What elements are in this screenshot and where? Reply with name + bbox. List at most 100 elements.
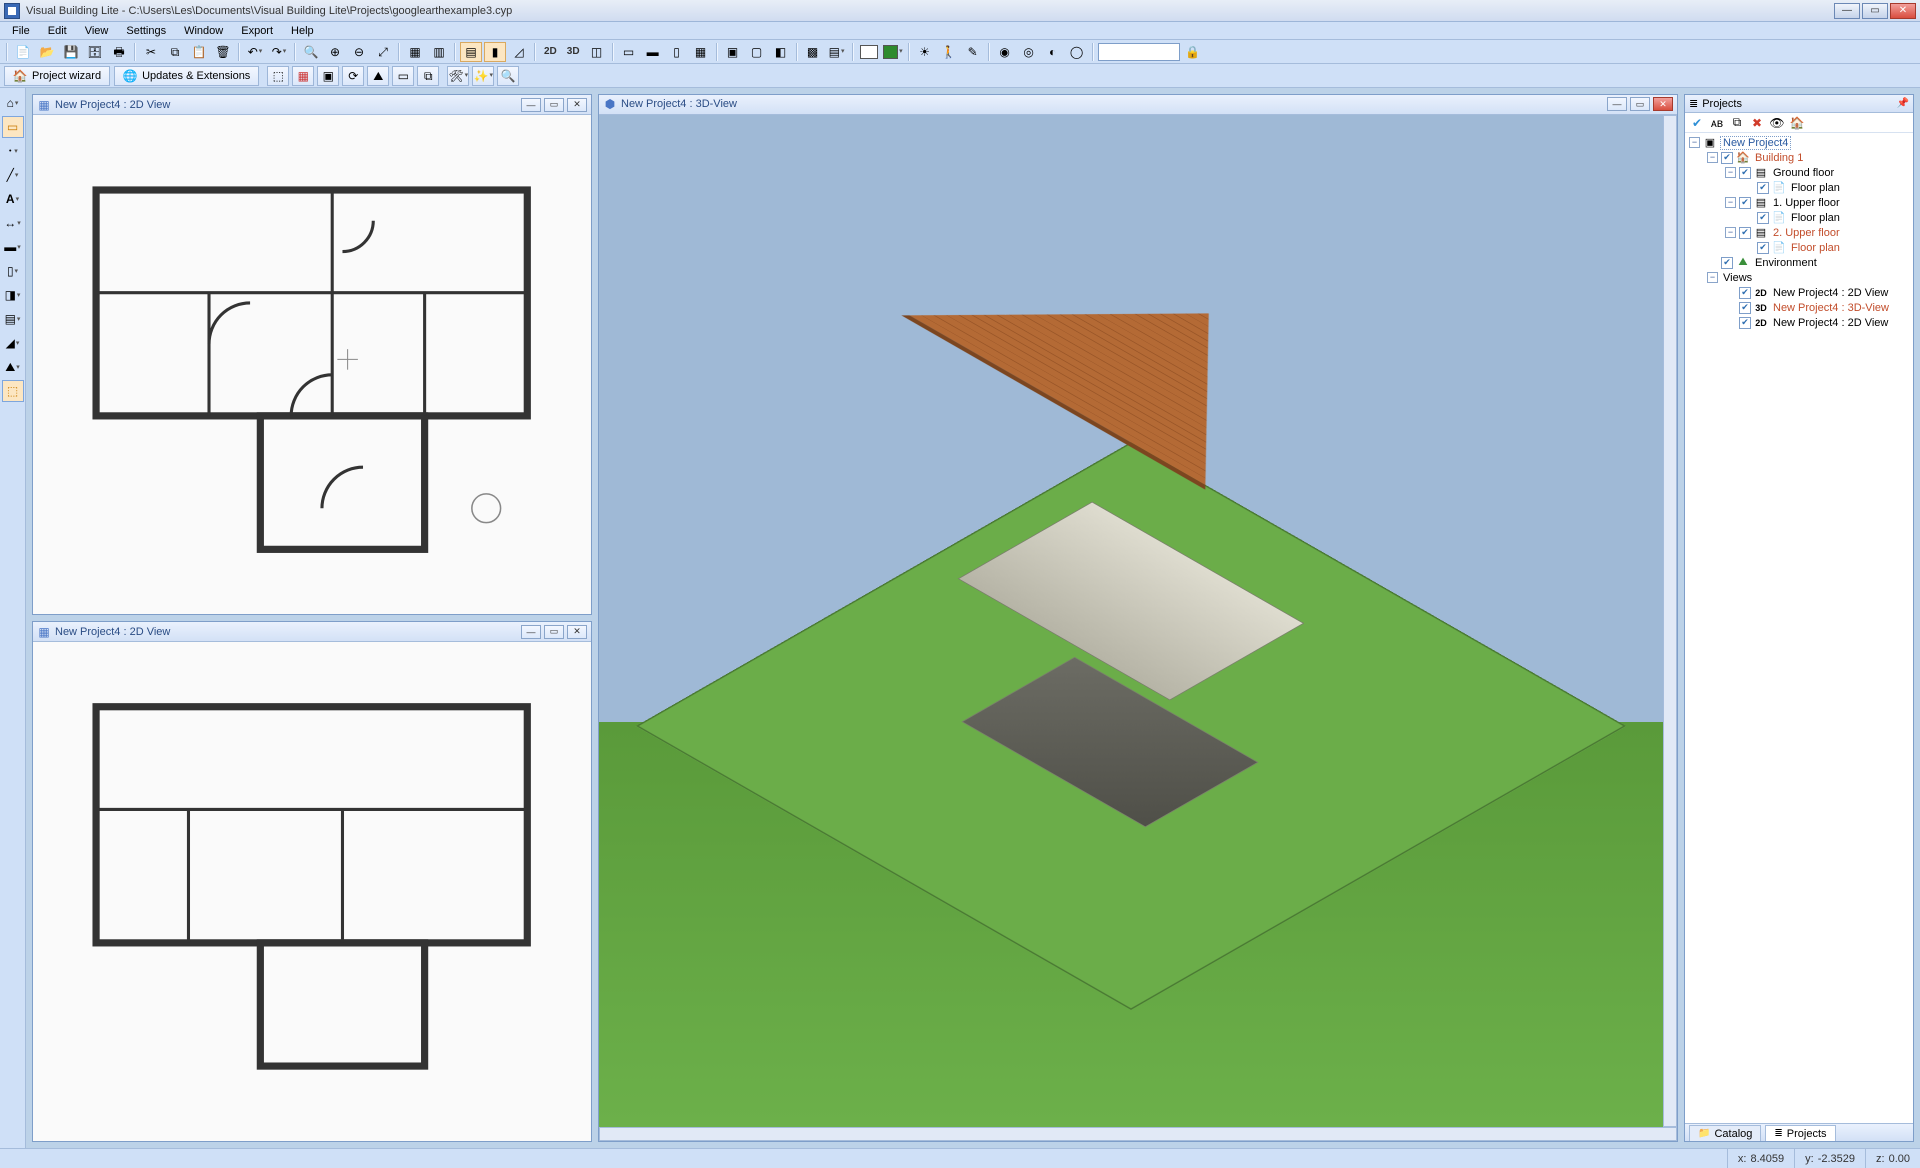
plan-a-min[interactable]: — <box>521 98 541 112</box>
zoom-extents-button[interactable]: ⤢ <box>372 42 394 62</box>
plan-b-max[interactable]: ▭ <box>544 625 564 639</box>
show-layers-button[interactable]: ▤ <box>826 42 848 62</box>
check-1-button[interactable]: ◉ <box>994 42 1016 62</box>
check-icon[interactable]: ✔ <box>1689 115 1705 131</box>
wiz-tool-wand[interactable]: ✨ <box>472 66 494 86</box>
zoom-window-button[interactable]: 🔍 <box>300 42 322 62</box>
ruler-button[interactable]: ▤ <box>460 42 482 62</box>
tree-view-3d[interactable]: ✔ 3D New Project4 : 3D-View <box>1725 300 1909 315</box>
plan-b-close[interactable]: ✕ <box>567 625 587 639</box>
tool-wall[interactable]: ▬ <box>2 236 24 258</box>
menu-edit[interactable]: Edit <box>40 24 75 38</box>
walk-button[interactable]: 🚶 <box>938 42 960 62</box>
tool-dim[interactable]: ↔ <box>2 212 24 234</box>
menu-file[interactable]: File <box>4 24 38 38</box>
3d-canvas[interactable] <box>599 115 1663 1127</box>
visibility-b-button[interactable]: ▢ <box>746 42 768 62</box>
tool-door[interactable]: ◨ <box>2 284 24 306</box>
tool-terrain[interactable]: ⛰ <box>2 356 24 378</box>
updates-extensions-button[interactable]: 🌐 Updates & Extensions <box>114 66 259 86</box>
maximize-button[interactable]: ▭ <box>1862 3 1888 19</box>
menu-help[interactable]: Help <box>283 24 322 38</box>
tab-projects[interactable]: ≣ Projects <box>1765 1125 1835 1141</box>
wiz-tool-layers[interactable]: ⧉ <box>417 66 439 86</box>
visibility-c-button[interactable]: ◧ <box>770 42 792 62</box>
tree-view-2d-a[interactable]: ✔ 2D New Project4 : 2D View <box>1725 285 1909 300</box>
cut-button[interactable]: ✂ <box>140 42 162 62</box>
redo-button[interactable]: ↷ <box>268 42 290 62</box>
new-file-button[interactable]: 📄 <box>12 42 34 62</box>
wiz-tool-area[interactable]: ▭ <box>392 66 414 86</box>
tool-buildings[interactable]: ⌂ <box>2 92 24 114</box>
tree-view-2d-b[interactable]: ✔ 2D New Project4 : 2D View <box>1725 315 1909 330</box>
plan-a-close[interactable]: ✕ <box>567 98 587 112</box>
open-file-button[interactable]: 📂 <box>36 42 58 62</box>
save-button[interactable]: 💾 <box>60 42 82 62</box>
tool-roof[interactable]: ◢ <box>2 332 24 354</box>
2d-view-button[interactable]: 2D <box>540 42 561 62</box>
paste-button[interactable]: 📋 <box>188 42 210 62</box>
tool-window[interactable]: ▯ <box>2 260 24 282</box>
pin-button[interactable]: 📌 <box>1897 98 1909 109</box>
check-3-button[interactable]: ◐ <box>1042 42 1064 62</box>
tool-pick[interactable]: ⬚ <box>2 380 24 402</box>
plan-a-canvas[interactable] <box>33 115 591 614</box>
menu-view[interactable]: View <box>77 24 117 38</box>
tab-catalog[interactable]: 📁 Catalog <box>1689 1125 1761 1141</box>
plan-b-min[interactable]: — <box>521 625 541 639</box>
wiz-tool-floors[interactable]: ⬚ <box>267 66 289 86</box>
3d-view-button[interactable]: 3D <box>563 42 584 62</box>
show-transparent-button[interactable]: ▩ <box>802 42 824 62</box>
3d-max[interactable]: ▭ <box>1630 97 1650 111</box>
menu-export[interactable]: Export <box>233 24 281 38</box>
wiz-tool-windows[interactable]: ▣ <box>317 66 339 86</box>
zoom-in-button[interactable]: ⊕ <box>324 42 346 62</box>
split-v-button[interactable]: ▯ <box>666 42 688 62</box>
copy-button[interactable]: ⧉ <box>164 42 186 62</box>
minimize-button[interactable]: — <box>1834 3 1860 19</box>
tree-views[interactable]: − Views <box>1707 270 1909 285</box>
tree-environment[interactable]: ✔ ⛰ Environment <box>1707 255 1909 270</box>
render-button[interactable]: ◯ <box>1066 42 1088 62</box>
fill-color-button[interactable] <box>858 42 880 62</box>
tool-stairs[interactable]: ▤ <box>2 308 24 330</box>
tree-upper-2[interactable]: − ✔ ▤ 2. Upper floor <box>1725 225 1909 240</box>
section-button[interactable]: ▮ <box>484 42 506 62</box>
tree-upper-1[interactable]: − ✔ ▤ 1. Upper floor <box>1725 195 1909 210</box>
tool-select[interactable]: ▭ <box>2 116 24 138</box>
zoom-out-button[interactable]: ⊖ <box>348 42 370 62</box>
wiz-tool-palette[interactable]: ▦ <box>292 66 314 86</box>
tree-building[interactable]: − ✔ 🏠 Building 1 <box>1707 150 1909 165</box>
visibility-a-button[interactable]: ▣ <box>722 42 744 62</box>
visibility-icon[interactable]: 👁 <box>1769 115 1785 131</box>
3d-close[interactable]: ✕ <box>1653 97 1673 111</box>
quad-view-button[interactable]: ▦ <box>690 42 712 62</box>
3d-scroll-horizontal[interactable] <box>599 1127 1677 1141</box>
wiz-tool-search[interactable]: 🔍 <box>497 66 519 86</box>
angle-button[interactable]: ◿ <box>508 42 530 62</box>
split-h-button[interactable]: ▬ <box>642 42 664 62</box>
close-button[interactable]: ✕ <box>1890 3 1916 19</box>
layer-combo[interactable] <box>1098 43 1180 61</box>
copy-icon[interactable]: ⧉ <box>1729 115 1745 131</box>
undo-button[interactable]: ↶ <box>244 42 266 62</box>
menu-window[interactable]: Window <box>176 24 231 38</box>
terrain-color-button[interactable] <box>882 42 904 62</box>
single-view-button[interactable]: ▭ <box>618 42 640 62</box>
delete-button[interactable]: 🗑 <box>212 42 234 62</box>
3d-min[interactable]: — <box>1607 97 1627 111</box>
lock-button[interactable]: 🔒 <box>1182 42 1204 62</box>
3d-scroll-vertical[interactable] <box>1663 115 1677 1127</box>
plan-a-max[interactable]: ▭ <box>544 98 564 112</box>
camera-button[interactable]: ✎ <box>962 42 984 62</box>
project-wizard-button[interactable]: 🏠 Project wizard <box>4 66 110 86</box>
tree-ground-floor[interactable]: − ✔ ▤ Ground floor <box>1725 165 1909 180</box>
snap-button[interactable]: ▥ <box>428 42 450 62</box>
plan-b-canvas[interactable] <box>33 642 591 1141</box>
wiz-tool-settings[interactable]: 🛠 <box>447 66 469 86</box>
delete-icon[interactable]: ✖ <box>1749 115 1765 131</box>
print-button[interactable]: 🖶 <box>108 42 130 62</box>
perspective-button[interactable]: ◫ <box>586 42 608 62</box>
tree-upper-1-plan[interactable]: ✔ 📄 Floor plan <box>1743 210 1909 225</box>
tool-point[interactable]: ･ <box>2 140 24 162</box>
